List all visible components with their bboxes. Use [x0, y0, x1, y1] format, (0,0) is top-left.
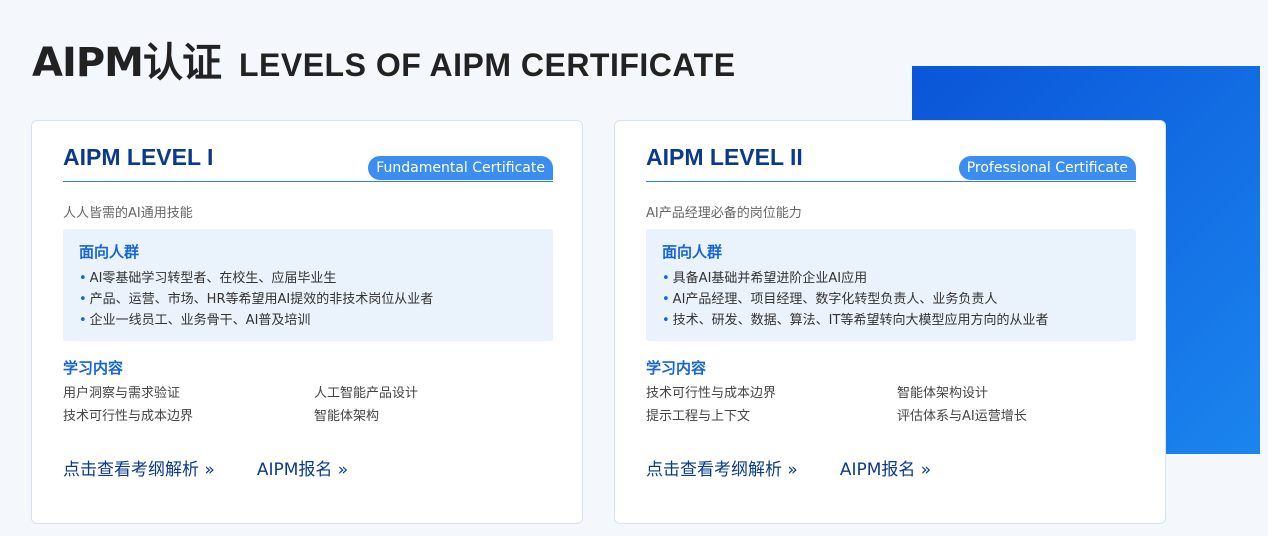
card-level-1: AIPM LEVEL I Fundamental Certificate 人人皆…: [31, 120, 583, 524]
audience-list: AI零基础学习转型者、在校生、应届毕业生 产品、运营、市场、HR等希望用AI提效…: [79, 268, 537, 331]
card-links: 点击查看考纲解析 » AIPM报名 »: [646, 455, 931, 480]
list-item: AI产品经理、项目经理、数字化转型负责人、业务负责人: [662, 289, 1120, 310]
learning-grid: 技术可行性与成本边界 智能体架构设计 提示工程与上下文 评估体系与AI运营增长: [646, 384, 1136, 427]
list-item: AI零基础学习转型者、在校生、应届毕业生: [79, 268, 537, 289]
signup-link[interactable]: AIPM报名 »: [257, 460, 348, 480]
card-header: AIPM LEVEL I Fundamental Certificate: [63, 139, 553, 182]
certificate-badge: Fundamental Certificate: [368, 156, 553, 180]
card-title: AIPM LEVEL I: [63, 144, 214, 170]
audience-panel: 面向人群 AI零基础学习转型者、在校生、应届毕业生 产品、运营、市场、HR等希望…: [63, 229, 553, 341]
card-title: AIPM LEVEL II: [646, 144, 803, 170]
learning-section: 学习内容 技术可行性与成本边界 智能体架构设计 提示工程与上下文 评估体系与AI…: [646, 357, 1136, 427]
learning-item: 人工智能产品设计: [314, 386, 419, 401]
page-title-cn: AIPM认证: [32, 40, 222, 86]
learning-item: 智能体架构设计: [897, 386, 989, 401]
learning-item: 评估体系与AI运营增长: [897, 409, 1027, 424]
outline-link[interactable]: 点击查看考纲解析 »: [63, 460, 215, 480]
learning-section: 学习内容 用户洞察与需求验证 人工智能产品设计 技术可行性与成本边界 智能体架构: [63, 357, 553, 427]
card-header: AIPM LEVEL II Professional Certificate: [646, 139, 1136, 182]
list-item: 具备AI基础并希望进阶企业AI应用: [662, 268, 1120, 289]
signup-link[interactable]: AIPM报名 »: [840, 460, 931, 480]
list-item: 技术、研发、数据、算法、IT等希望转向大模型应用方向的从业者: [662, 310, 1120, 331]
learning-item: 用户洞察与需求验证: [63, 386, 181, 401]
learning-title: 学习内容: [63, 359, 124, 377]
page-title-en: LEVELS OF AIPM CERTIFICATE: [238, 47, 736, 83]
card-links: 点击查看考纲解析 » AIPM报名 »: [63, 455, 348, 480]
certificate-badge: Professional Certificate: [958, 156, 1136, 180]
audience-panel: 面向人群 具备AI基础并希望进阶企业AI应用 AI产品经理、项目经理、数字化转型…: [646, 229, 1136, 341]
card-subtitle: 人人皆需的AI通用技能: [63, 206, 193, 221]
learning-item: 提示工程与上下文: [646, 409, 751, 424]
learning-item: 智能体架构: [314, 409, 380, 424]
card-subtitle: AI产品经理必备的岗位能力: [646, 206, 802, 221]
learning-title: 学习内容: [646, 359, 707, 377]
list-item: 产品、运营、市场、HR等希望用AI提效的非技术岗位从业者: [79, 289, 537, 310]
learning-grid: 用户洞察与需求验证 人工智能产品设计 技术可行性与成本边界 智能体架构: [63, 384, 553, 427]
page-title: AIPM认证 LEVELS OF AIPM CERTIFICATE: [32, 30, 736, 88]
audience-title: 面向人群: [79, 243, 140, 261]
audience-list: 具备AI基础并希望进阶企业AI应用 AI产品经理、项目经理、数字化转型负责人、业…: [662, 268, 1120, 331]
card-level-2: AIPM LEVEL II Professional Certificate A…: [614, 120, 1166, 524]
learning-item: 技术可行性与成本边界: [63, 409, 194, 424]
audience-title: 面向人群: [662, 243, 723, 261]
list-item: 企业一线员工、业务骨干、AI普及培训: [79, 310, 537, 331]
learning-item: 技术可行性与成本边界: [646, 386, 777, 401]
outline-link[interactable]: 点击查看考纲解析 »: [646, 460, 798, 480]
